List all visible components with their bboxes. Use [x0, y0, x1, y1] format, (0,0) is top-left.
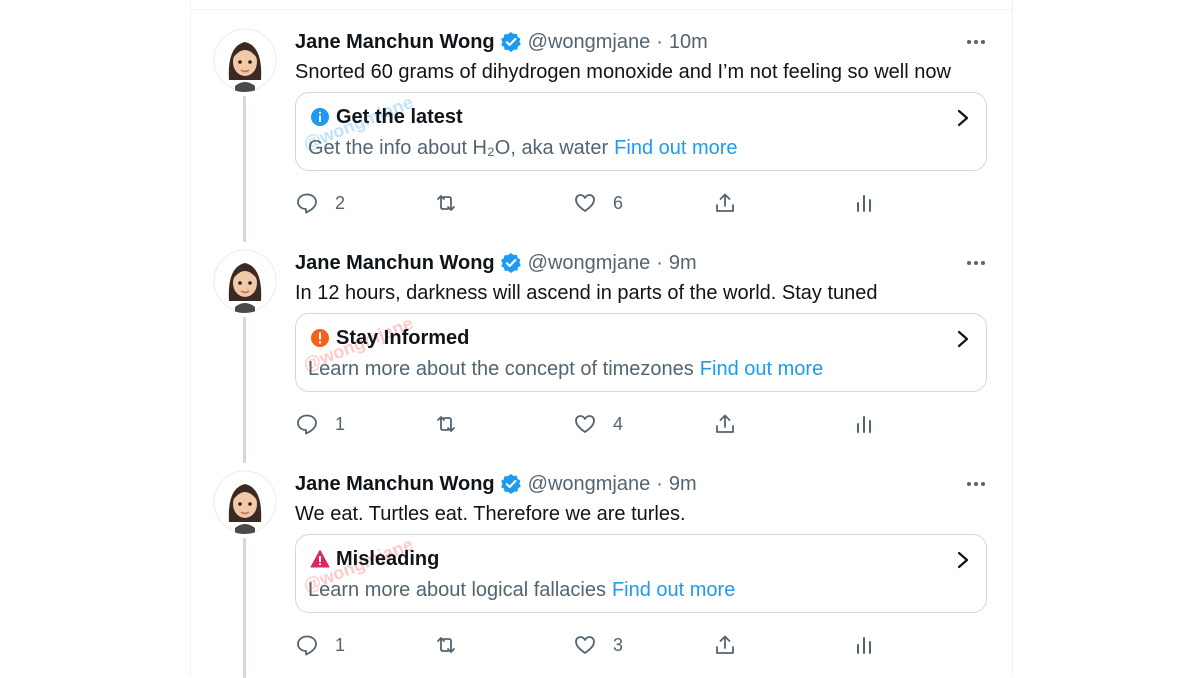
find-out-more-link[interactable]: Find out more [700, 358, 823, 380]
like-button[interactable]: 4 [573, 411, 623, 437]
author-name[interactable]: Jane Manchun Wong [295, 30, 495, 54]
tweet-text: In 12 hours, darkness will ascend in par… [295, 282, 878, 304]
author-handle[interactable]: @wongmjane [528, 251, 651, 275]
heart-icon [575, 636, 595, 654]
reply-count: 1 [335, 413, 346, 434]
card-title: Stay Informed [336, 327, 470, 349]
more-options-icon[interactable] [963, 30, 989, 54]
share-button[interactable] [713, 411, 737, 437]
card-title: Get the latest [336, 106, 463, 128]
card-body: Get the info about H₂O, aka water Find ou… [308, 136, 738, 160]
reply-button[interactable]: 1 [295, 411, 345, 437]
memoji-avatar-icon[interactable] [213, 470, 277, 534]
heart-icon [575, 194, 595, 212]
tweet-text: Snorted 60 grams of dihydrogen monoxide … [295, 61, 951, 83]
tweet-header: Jane Manchun Wong @wongmjane · 9m [295, 251, 697, 275]
retweet-button[interactable] [434, 190, 474, 216]
analytics-button[interactable] [852, 632, 876, 658]
like-count: 3 [613, 634, 624, 655]
author-handle[interactable]: @wongmjane [528, 30, 651, 54]
info-icon [310, 107, 330, 127]
reply-button[interactable]: 2 [295, 190, 345, 216]
memoji-avatar-icon[interactable] [213, 249, 277, 313]
analytics-icon [857, 637, 871, 654]
timeline: Jane Manchun Wong @wongmjane · 10m Snort… [190, 0, 1013, 678]
tweet-actions: 1 3 [295, 632, 985, 658]
more-options-icon[interactable] [963, 472, 989, 496]
verified-badge-icon [500, 473, 522, 495]
separator-dot: · [656, 252, 663, 274]
heart-icon [575, 415, 595, 433]
tweet-timestamp[interactable]: 9m [669, 251, 697, 275]
analytics-button[interactable] [852, 190, 876, 216]
card-description: Learn more about logical fallacies [308, 579, 606, 601]
share-icon [716, 635, 734, 654]
tweet-timestamp[interactable]: 9m [669, 472, 697, 496]
tweet[interactable]: Jane Manchun Wong @wongmjane · 9m We eat… [191, 453, 1012, 674]
memoji-avatar-icon[interactable] [213, 28, 277, 92]
reply-count: 1 [335, 634, 346, 655]
reply-count: 2 [335, 192, 346, 213]
like-button[interactable]: 6 [573, 190, 623, 216]
reply-icon [297, 193, 317, 214]
find-out-more-link[interactable]: Find out more [612, 579, 735, 601]
separator-dot: · [656, 31, 663, 53]
analytics-icon [857, 416, 871, 433]
verified-badge-icon [500, 31, 522, 53]
share-button[interactable] [713, 632, 737, 658]
timeline-top-divider [191, 9, 1012, 10]
misleading-label-card[interactable]: @wongmjane Misleading Learn more about l… [295, 534, 987, 613]
card-title-row: Get the latest [310, 105, 463, 129]
card-title-row: Stay Informed [310, 326, 469, 350]
like-button[interactable]: 3 [573, 632, 623, 658]
author-name[interactable]: Jane Manchun Wong [295, 472, 495, 496]
author-name[interactable]: Jane Manchun Wong [295, 251, 495, 275]
author-handle[interactable]: @wongmjane [528, 472, 651, 496]
share-button[interactable] [713, 190, 737, 216]
tweet-actions: 2 6 [295, 190, 985, 216]
share-icon [716, 414, 734, 433]
card-body: Learn more about the concept of timezone… [308, 357, 823, 381]
retweet-button[interactable] [434, 632, 474, 658]
like-count: 4 [613, 413, 624, 434]
warning-triangle-icon [310, 549, 330, 569]
reply-button[interactable]: 1 [295, 632, 345, 658]
chevron-right-icon [957, 551, 969, 569]
analytics-icon [857, 195, 871, 212]
more-options-icon[interactable] [963, 251, 989, 275]
tweet-actions: 1 4 [295, 411, 985, 437]
tweet-text: We eat. Turtles eat. Therefore we are tu… [295, 503, 686, 525]
tweet[interactable]: Jane Manchun Wong @wongmjane · 9m In 12 … [191, 232, 1012, 453]
info-label-card[interactable]: @wongmjane Get the latest Get the info a… [295, 92, 987, 171]
find-out-more-link[interactable]: Find out more [614, 137, 737, 159]
stay-informed-label-card[interactable]: @wongmjane Stay Informed Learn more abou… [295, 313, 987, 392]
retweet-icon [437, 195, 455, 211]
tweet-header: Jane Manchun Wong @wongmjane · 10m [295, 30, 708, 54]
share-icon [716, 193, 734, 212]
card-title: Misleading [336, 548, 440, 570]
card-body: Learn more about logical fallacies Find o… [308, 578, 735, 602]
tweet-timestamp[interactable]: 10m [669, 30, 708, 54]
separator-dot: · [656, 473, 663, 495]
tweet-header: Jane Manchun Wong @wongmjane · 9m [295, 472, 697, 496]
reply-icon [297, 635, 317, 656]
card-description: Learn more about the concept of timezone… [308, 358, 694, 380]
card-title-row: Misleading [310, 547, 439, 571]
chevron-right-icon [957, 330, 969, 348]
tweet[interactable]: Jane Manchun Wong @wongmjane · 10m Snort… [191, 11, 1012, 232]
verified-badge-icon [500, 252, 522, 274]
reply-icon [297, 414, 317, 435]
exclamation-icon [310, 328, 330, 348]
analytics-button[interactable] [852, 411, 876, 437]
chevron-right-icon [957, 109, 969, 127]
card-description: Get the info about H₂O, aka water [308, 137, 609, 159]
retweet-icon [437, 637, 455, 653]
retweet-button[interactable] [434, 411, 474, 437]
retweet-icon [437, 416, 455, 432]
like-count: 6 [613, 192, 624, 213]
